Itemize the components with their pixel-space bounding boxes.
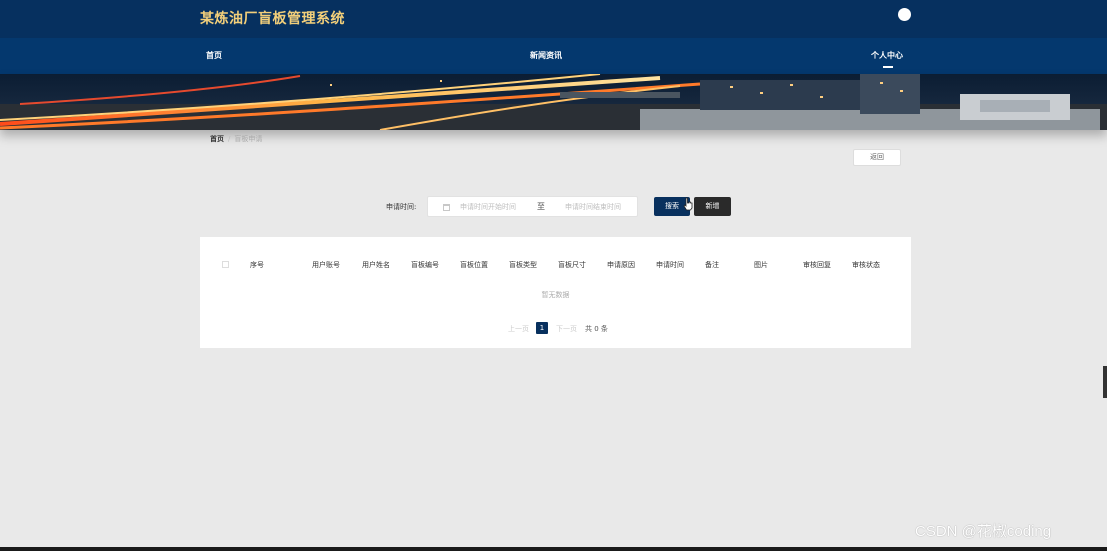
- breadcrumb-current: 盲板申请: [234, 135, 263, 143]
- breadcrumb-separator: /: [228, 135, 231, 143]
- banner-illustration: [0, 74, 1107, 130]
- breadcrumb-home[interactable]: 首页: [210, 135, 224, 143]
- column-header: 审核回复: [803, 261, 831, 269]
- empty-state-text: 暂无数据: [541, 291, 570, 299]
- column-header: 盲板尺寸: [558, 261, 586, 269]
- start-date-input[interactable]: 申请时间开始时间: [460, 202, 516, 212]
- range-separator: 至: [537, 202, 545, 211]
- bottom-edge: [0, 547, 1107, 551]
- total-count: 共 0 条: [585, 325, 608, 333]
- column-header: 盲板位置: [460, 261, 488, 269]
- nav-item-home[interactable]: 首页: [206, 50, 222, 61]
- add-button[interactable]: 新增: [694, 197, 731, 216]
- back-button[interactable]: 返回: [853, 149, 901, 166]
- banner-image: [0, 74, 1107, 130]
- prev-page-button[interactable]: 上一页: [508, 324, 529, 334]
- calendar-icon: [443, 204, 450, 211]
- side-scroll-handle[interactable]: [1103, 366, 1107, 398]
- column-header: 备注: [705, 261, 719, 269]
- column-header: 图片: [754, 261, 768, 269]
- user-avatar[interactable]: [898, 8, 911, 21]
- date-range-picker[interactable]: 申请时间开始时间 至 申请时间结束时间: [427, 196, 638, 217]
- breadcrumb: 首页 / 盲板申请: [210, 134, 262, 144]
- column-header: 盲板类型: [509, 261, 537, 269]
- select-all-checkbox[interactable]: [222, 261, 229, 268]
- nav-item-news[interactable]: 新闻资讯: [530, 50, 562, 61]
- nav-item-personal-center[interactable]: 个人中心: [871, 50, 903, 61]
- column-header: 申请原因: [607, 261, 635, 269]
- watermark: CSDN @花椒coding: [915, 523, 1052, 540]
- column-header: 申请时间: [656, 261, 684, 269]
- column-header: 盲板编号: [411, 261, 439, 269]
- main-nav: 首页 新闻资讯 个人中心: [0, 38, 1107, 74]
- next-page-button[interactable]: 下一页: [556, 324, 577, 334]
- column-header: 审核状态: [852, 261, 880, 269]
- site-title: 某炼油厂盲板管理系统: [200, 11, 345, 27]
- end-date-input[interactable]: 申请时间结束时间: [565, 202, 621, 212]
- date-filter-label: 申请时间:: [386, 203, 417, 211]
- column-header: 用户账号: [312, 261, 340, 269]
- current-page-button[interactable]: 1: [536, 322, 548, 334]
- nav-active-indicator: [883, 66, 893, 68]
- column-header: 序号: [250, 261, 264, 269]
- top-header: 某炼油厂盲板管理系统: [0, 0, 1107, 38]
- column-header: 用户姓名: [362, 261, 390, 269]
- data-table: 序号 用户账号 用户姓名 盲板编号 盲板位置 盲板类型 盲板尺寸 申请原因 申请…: [200, 237, 911, 348]
- hand-cursor-icon: [683, 197, 693, 211]
